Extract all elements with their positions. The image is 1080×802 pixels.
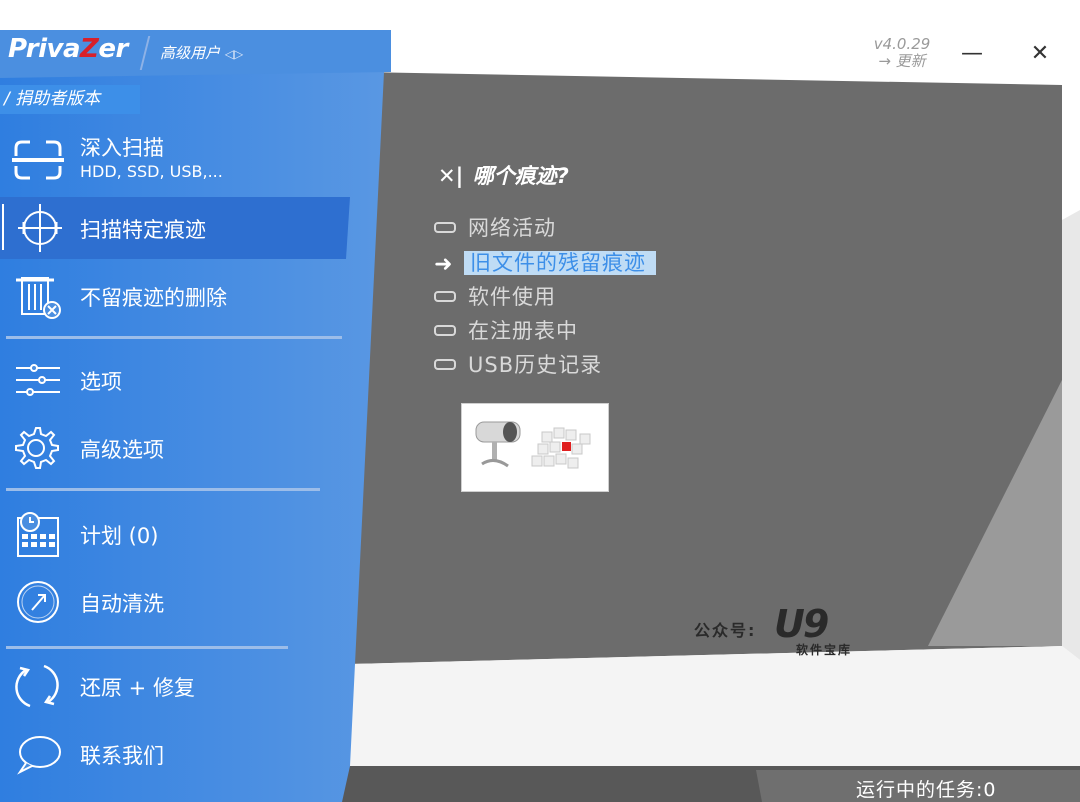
- trace-label: USB历史记录: [468, 353, 603, 377]
- trace-option-network[interactable]: 网络活动: [434, 212, 556, 242]
- nav-scan-specific-traces[interactable]: 扫描特定痕迹: [0, 198, 350, 258]
- sliders-icon: [16, 364, 60, 396]
- update-label: → 更新: [878, 52, 926, 70]
- close-button[interactable]: ✕: [1022, 36, 1058, 72]
- trace-label: 软件使用: [468, 285, 556, 309]
- close-panel-icon[interactable]: ✕|: [438, 164, 463, 188]
- version-update-link[interactable]: v4.0.29 → 更新: [862, 36, 942, 70]
- nav-deep-scan[interactable]: 深入扫描 HDD, SSD, USB,...: [0, 130, 350, 190]
- nav-label: 联系我们: [80, 744, 164, 768]
- trace-option-old-files[interactable]: ➜ 旧文件的残留痕迹: [434, 247, 656, 277]
- nav-label: 不留痕迹的删除: [80, 286, 227, 310]
- watermark-subtitle: 软件宝库: [796, 643, 853, 657]
- minimize-button[interactable]: —: [954, 36, 990, 72]
- app-logo: PrivaZer: [8, 34, 128, 64]
- nav-label: 选项: [80, 370, 122, 394]
- trace-option-software-usage[interactable]: 软件使用: [434, 281, 556, 311]
- trace-option-registry[interactable]: 在注册表中: [434, 315, 578, 345]
- chat-bubble-icon: [17, 736, 61, 775]
- watermark-prefix: 公众号:: [694, 621, 757, 640]
- deep-scan-icon: [12, 140, 64, 180]
- nav-label: 计划 (0): [80, 524, 159, 548]
- toggle-icon: [434, 324, 456, 336]
- nav-divider: [6, 488, 320, 491]
- nav-auto-clean[interactable]: 自动清洗: [0, 572, 350, 632]
- nav-advanced-options[interactable]: 高级选项: [0, 418, 350, 478]
- restore-icon: [15, 664, 59, 708]
- nav-label: 扫描特定痕迹: [80, 218, 206, 242]
- trace-option-usb-history[interactable]: USB历史记录: [434, 349, 602, 379]
- nav-divider: [6, 646, 288, 649]
- gear-icon: [15, 427, 59, 469]
- nav-sublabel: HDD, SSD, USB,...: [80, 162, 223, 181]
- crosshair-icon: [18, 204, 62, 252]
- calendar-clock-icon: [17, 512, 59, 557]
- toggle-icon: [434, 221, 456, 233]
- edition-badge: / 捐助者版本: [0, 85, 140, 114]
- nav-label: 还原 + 修复: [80, 676, 195, 700]
- nav-secure-delete[interactable]: 不留痕迹的删除: [0, 266, 350, 326]
- switch-arrows-icon: ◁▷: [224, 47, 244, 61]
- nav-label: 高级选项: [80, 438, 164, 462]
- auto-clean-icon: [17, 581, 59, 623]
- trace-label: 在注册表中: [468, 319, 578, 343]
- nav-schedule[interactable]: 计划 (0): [0, 504, 350, 564]
- trace-label: 旧文件的残留痕迹: [464, 251, 656, 275]
- version-label: v4.0.29: [873, 35, 931, 53]
- traces-heading: ✕| 哪个痕迹?: [438, 160, 569, 190]
- selected-arrow-icon: ➜: [434, 251, 454, 277]
- trace-label: 网络活动: [468, 216, 556, 240]
- nav-restore-repair[interactable]: 还原 + 修复: [0, 656, 350, 716]
- nav-label: 自动清洗: [80, 592, 164, 616]
- user-level-toggle[interactable]: 高级用户 ◁▷: [160, 42, 243, 63]
- nav-divider: [6, 336, 342, 339]
- toggle-icon: [434, 358, 456, 370]
- nav-options[interactable]: 选项: [0, 350, 350, 410]
- trash-delete-icon: [16, 277, 61, 319]
- user-level-label: 高级用户: [160, 44, 221, 62]
- camera-cubes-illustration: [475, 421, 591, 469]
- illustration-thumbnail: [461, 403, 609, 492]
- toggle-icon: [434, 290, 456, 302]
- running-tasks-status: 运行中的任务:0: [856, 779, 997, 801]
- traces-title: 哪个痕迹?: [472, 164, 569, 188]
- nav-label: 深入扫描: [80, 136, 164, 160]
- nav-contact[interactable]: 联系我们: [0, 724, 350, 784]
